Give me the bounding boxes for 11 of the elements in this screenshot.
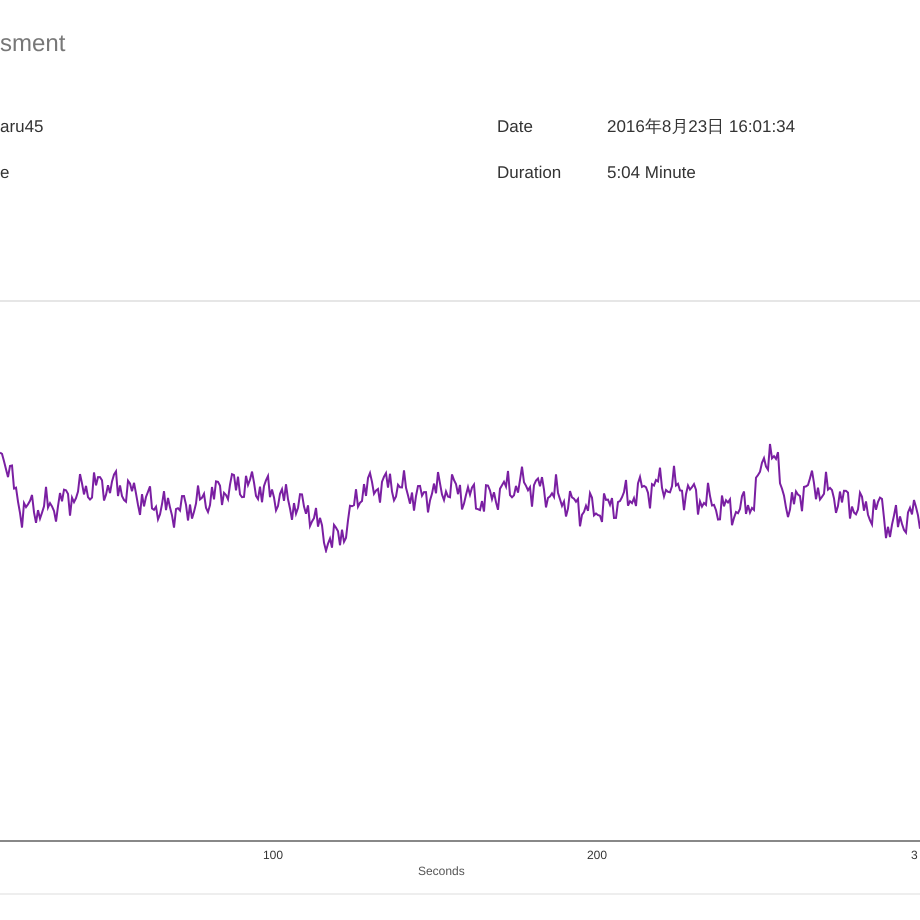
detail-label: Date	[497, 116, 534, 138]
detail-value: e	[0, 162, 10, 184]
detail-value: 2016年8月23日 16:01:34	[607, 116, 796, 138]
axis-tick-label: 3	[911, 847, 918, 864]
axis-tick-label: 200	[586, 847, 608, 864]
axis-title: Seconds	[418, 863, 465, 880]
detail-value: aru45	[0, 116, 44, 138]
page-title: sment	[0, 30, 66, 57]
detail-label: Duration	[497, 162, 562, 184]
axis-tick-label: 100	[262, 847, 284, 864]
detail-value: 5:04 Minute	[607, 162, 696, 184]
